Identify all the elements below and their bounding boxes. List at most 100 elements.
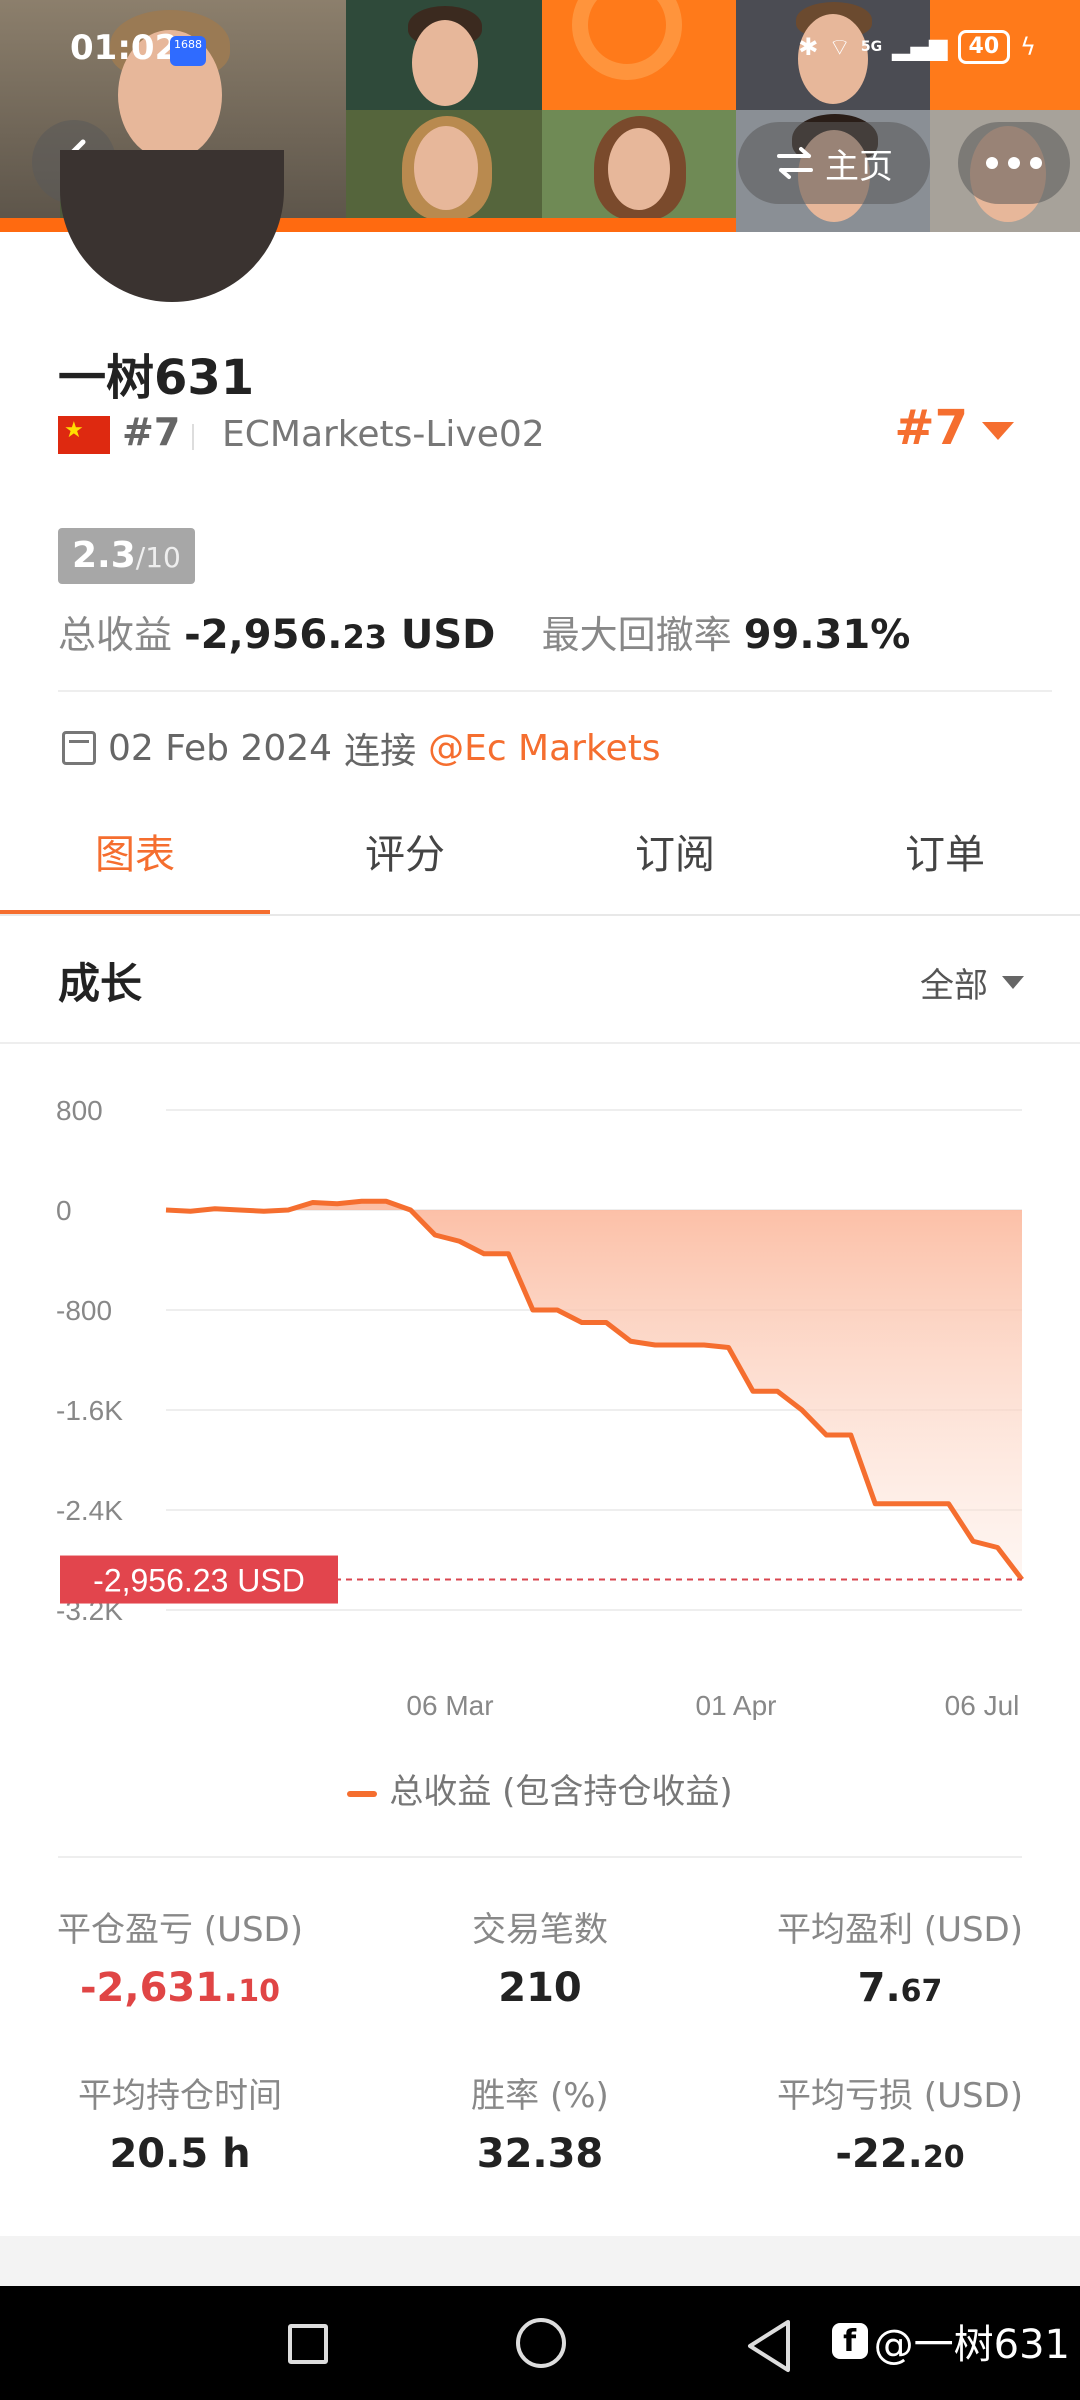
facebook-icon: f (831, 2323, 868, 2359)
y-tick-label: -1.6K (56, 1395, 123, 1426)
china-flag-icon: ★ (58, 416, 110, 454)
server-name: ECMarkets-Live02 (222, 414, 545, 455)
tab-rating[interactable]: 评分 (270, 800, 540, 916)
metric-value-cents: 10 (238, 1974, 281, 2009)
metric-value-main: -2,631. (79, 1965, 239, 2011)
metric-value: -22.20 (720, 2131, 1080, 2177)
metric-label: 交易笔数 (472, 1910, 608, 1950)
app-notification-icon: 1688 (170, 36, 206, 66)
total-profit-value: -2,956.23 USD (184, 612, 495, 658)
metric-value-main: 20.5 h (109, 2131, 251, 2177)
metric-value-main: -22. (835, 2131, 923, 2177)
max-drawdown-value: 99.31% (743, 612, 911, 658)
signal-label: 5G (860, 39, 883, 55)
growth-chart: 8000-800-1.6K-2.4K-3.2K06 Mar 01 Apr 06 Ju… (56, 1095, 1024, 1720)
legend-swatch (347, 1790, 378, 1797)
home-label: 主页 (825, 146, 893, 187)
more-button[interactable] (958, 122, 1070, 204)
metric-value-cents: 67 (900, 1974, 943, 2009)
total-profit-unit: USD (386, 612, 496, 658)
y-tick-label: 0 (56, 1195, 72, 1226)
metric-item: 胜率 (%) 32.38 (360, 2068, 720, 2177)
home-button[interactable]: 主页 (738, 122, 930, 204)
watermark-text: @一树631 (873, 2322, 1070, 2368)
metric-label: 平均盈利 (USD) (777, 1910, 1023, 1950)
metric-label: 平仓盈亏 (USD) (57, 1910, 303, 1950)
profit-summary: 总收益 -2,956.23 USD 最大回撤率 99.31% (58, 604, 910, 659)
y-tick-label: 800 (56, 1095, 103, 1126)
section-title: 成长 (58, 959, 143, 1008)
legend-label: 总收益 (包含持仓收益) (389, 1772, 733, 1812)
x-tick-label: 06 Mar (406, 1690, 493, 1720)
current-value-label: -2,956.23 USD (93, 1563, 305, 1599)
divider (0, 1042, 1080, 1044)
metric-item: 平均持仓时间 20.5 h (0, 2068, 360, 2177)
chart-legend: 总收益 (包含持仓收益) (0, 1764, 1080, 1813)
metric-value: -2,631.10 (0, 1965, 360, 2011)
score-value: 2.3 (72, 535, 136, 576)
more-dots-icon (986, 157, 1042, 169)
trader-name: 一树631 (58, 350, 255, 406)
metric-value: 210 (360, 1965, 720, 2011)
back-nav-button[interactable] (744, 2318, 794, 2374)
status-time: 01:02 (70, 28, 179, 68)
charging-icon: ϟ (1020, 33, 1036, 61)
metric-value: 32.38 (360, 2131, 720, 2177)
metric-item: 交易笔数 210 (360, 1902, 720, 2011)
status-bar: 01:02 1688 ✱ ⌔ 5G ▂▄▆ 40 ϟ (0, 0, 1080, 100)
metric-item: 平仓盈亏 (USD) -2,631.10 (0, 1902, 360, 2011)
tab-subscribe[interactable]: 订阅 (540, 800, 810, 916)
range-select[interactable]: 全部 (920, 958, 1024, 1007)
avatar[interactable] (60, 150, 284, 302)
x-tick-label: 06 Jul (945, 1690, 1020, 1720)
range-value: 全部 (920, 966, 988, 1006)
connect-info: 02 Feb 2024 连接 @Ec Markets (62, 722, 661, 774)
metric-value-main: 7. (857, 1965, 901, 2011)
metric-label: 平均亏损 (USD) (777, 2076, 1023, 2116)
divider (58, 690, 1052, 692)
tab-orders[interactable]: 订单 (810, 800, 1080, 916)
watermark: f @一树631 (831, 2312, 1070, 2370)
triangle-down-icon (1002, 976, 1024, 989)
total-profit-main: -2,956. (184, 612, 343, 658)
tab-bar: 图表 评分 订阅 订单 (0, 800, 1080, 916)
calendar-icon (62, 731, 96, 765)
broker-link[interactable]: @Ec Markets (428, 728, 661, 769)
banner-photo (346, 110, 542, 220)
rank-dropdown[interactable]: #7 (894, 400, 1014, 456)
bluetooth-icon: ✱ (798, 33, 819, 61)
score-badge: 2.3/10 (58, 528, 195, 584)
x-tick-label: 01 Apr (696, 1690, 777, 1720)
total-profit-label: 总收益 (58, 613, 173, 657)
metric-value-main: 210 (498, 1965, 582, 2011)
metric-value-main: 32.38 (476, 2131, 604, 2177)
status-icons: ✱ ⌔ 5G ▂▄▆ 40 ϟ (798, 30, 1036, 64)
metric-item: 平均亏损 (USD) -22.20 (720, 2068, 1080, 2177)
rank-small: #7 (122, 410, 181, 454)
banner-photo (542, 110, 736, 220)
divider (58, 1856, 1022, 1858)
switch-arrows-icon (777, 147, 813, 179)
metric-value: 20.5 h (0, 2131, 360, 2177)
max-drawdown-label: 最大回撤率 (541, 613, 732, 657)
rank-big: #7 (894, 400, 968, 456)
connect-label: 连接 (344, 731, 417, 772)
metric-label: 胜率 (%) (471, 2076, 609, 2116)
metric-label: 平均持仓时间 (78, 2076, 282, 2116)
series-area (166, 1201, 1022, 1580)
battery-icon: 40 (957, 30, 1011, 64)
score-max: /10 (135, 541, 181, 574)
metric-item: 平均盈利 (USD) 7.67 (720, 1902, 1080, 2011)
y-tick-label: -800 (56, 1295, 112, 1326)
section-separator (0, 2236, 1080, 2286)
metric-value: 7.67 (720, 1965, 1080, 2011)
y-tick-label: -2.4K (56, 1495, 123, 1526)
signal-icon: ▂▄▆ (892, 33, 948, 61)
tab-chart[interactable]: 图表 (0, 800, 270, 916)
metric-value-cents: 20 (922, 2140, 965, 2175)
recent-apps-button[interactable] (288, 2324, 328, 2364)
wifi-icon: ⌔ (828, 33, 851, 61)
divider (192, 424, 194, 450)
divider (0, 914, 1080, 916)
home-nav-button[interactable] (516, 2318, 566, 2368)
